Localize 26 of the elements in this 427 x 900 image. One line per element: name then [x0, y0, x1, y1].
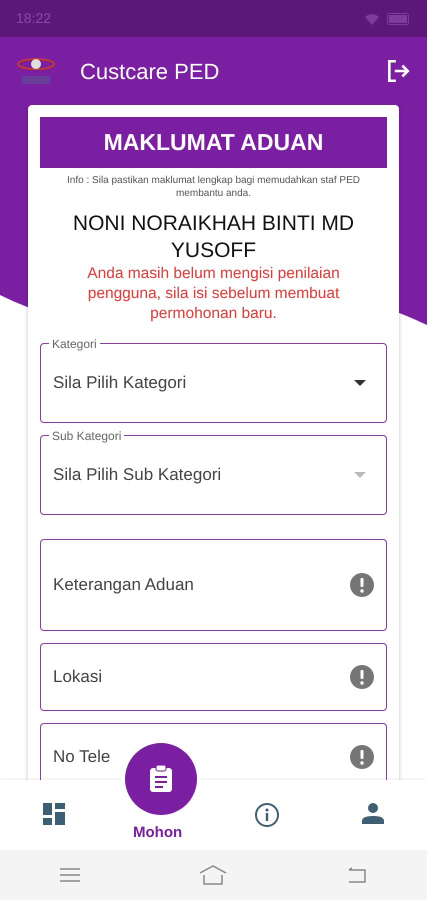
dropdown-placeholder: Sila Pilih Kategori [53, 372, 186, 394]
battery-icon [387, 12, 411, 24]
field-placeholder: Keterangan Aduan [53, 574, 194, 596]
user-name: NONI NORAIKHAH BINTI MD YUSOFF [72, 210, 356, 264]
warning-text: Anda masih belum mengisi penilaian pengguna, sila isi sebelum membuat permohonan baru. [86, 264, 341, 324]
app-title: Custcare PED [80, 58, 220, 86]
dashboard-icon[interactable] [42, 802, 66, 826]
wifi-icon [365, 12, 379, 24]
back-icon[interactable] [347, 867, 368, 883]
field-placeholder: No Tele [53, 746, 110, 768]
input-field[interactable]: Keterangan Aduan [40, 538, 387, 631]
error-icon [350, 664, 374, 689]
input-field[interactable]: Lokasi [40, 642, 387, 711]
profile-icon[interactable] [362, 802, 384, 824]
logout-button[interactable] [385, 58, 411, 84]
clipboard-icon [149, 765, 173, 793]
error-icon [350, 572, 374, 597]
home-icon[interactable] [199, 865, 228, 885]
form-header: MAKLUMAT ADUAN [40, 117, 387, 168]
error-icon [350, 744, 374, 769]
field-placeholder: Lokasi [53, 666, 102, 688]
info-text: Info : Sila pastikan maklumat lengkap bagi memudahkan staf PED membantu anda. [66, 174, 361, 200]
nav-label: Mohon [133, 823, 182, 843]
menu-icon[interactable] [60, 868, 80, 882]
info-icon[interactable] [254, 802, 280, 828]
dropdown-placeholder: Sila Pilih Sub Kategori [53, 464, 222, 486]
